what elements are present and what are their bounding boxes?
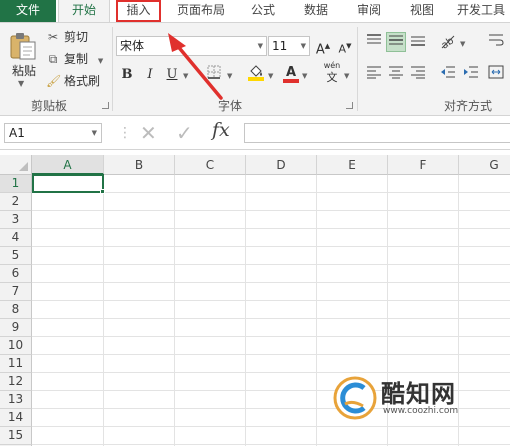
watermark-url: www.coozhi.com (383, 406, 459, 416)
watermark-title: 酷知网 (381, 380, 456, 408)
watermark: 酷知网 www.coozhi.com (333, 368, 493, 428)
coozhi-logo-icon (333, 376, 377, 420)
